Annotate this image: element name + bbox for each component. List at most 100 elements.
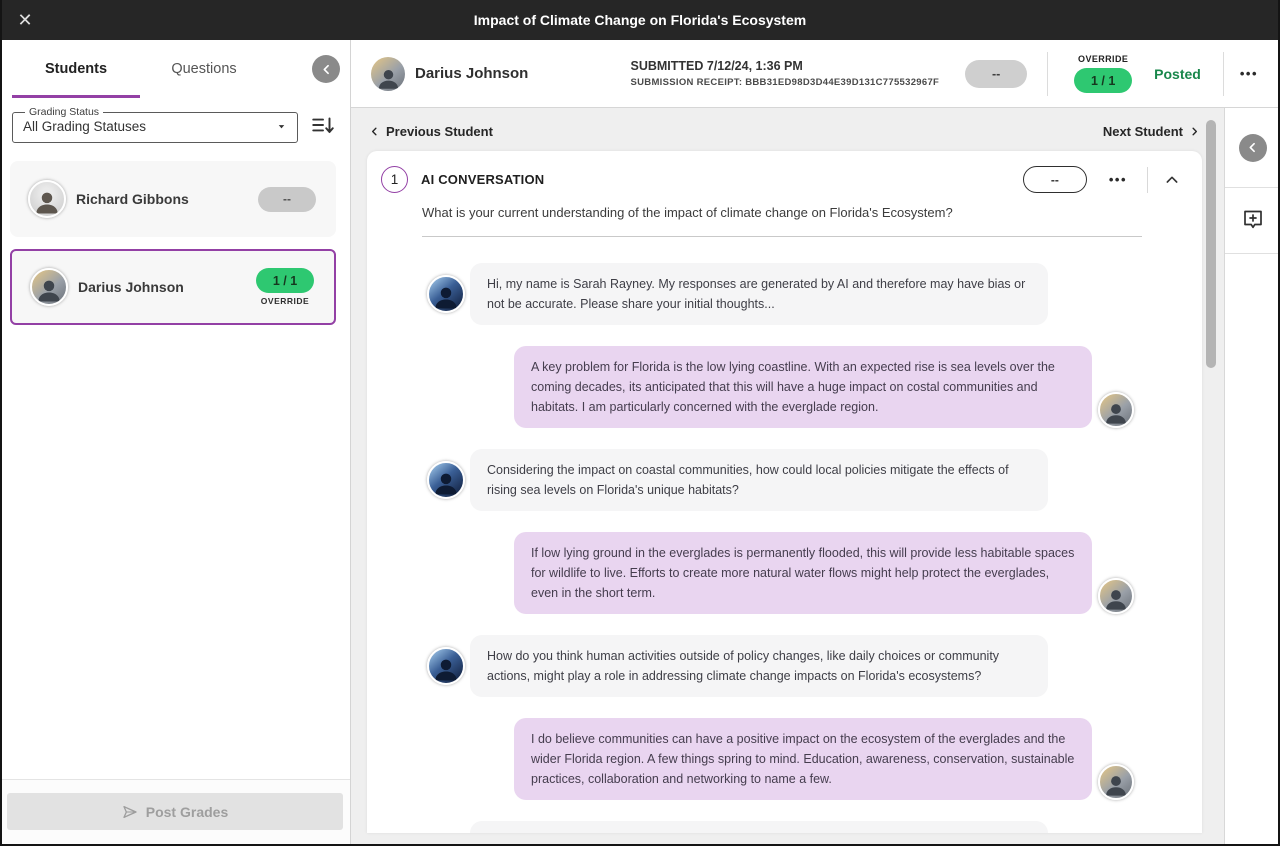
question-number: 1 [381, 166, 408, 193]
close-button[interactable]: ✕ [8, 0, 42, 40]
right-rail [1224, 108, 1280, 846]
chat-message-ai: How do you think human activities outsid… [470, 635, 1048, 697]
question-overflow-button[interactable]: ••• [1105, 168, 1131, 191]
avatar-richard-gibbons [28, 180, 66, 218]
students-sidebar: Students Questions Grading Status All Gr… [0, 40, 351, 846]
tab-questions-label: Questions [171, 61, 236, 77]
override-grade: OVERRIDE 1 / 1 [1072, 54, 1134, 93]
divider [1147, 167, 1148, 193]
student-avatar [1098, 764, 1134, 800]
question-prompt: What is your current understanding of th… [422, 205, 1162, 220]
chat-message-ai-partial [470, 821, 1048, 833]
sort-button[interactable] [308, 110, 338, 140]
student-row-darius-johnson[interactable]: Darius Johnson 1 / 1 OVERRIDE [10, 249, 336, 325]
next-student-button[interactable]: Next Student [1103, 124, 1200, 139]
submission-header: Darius Johnson SUBMITTED 7/12/24, 1:36 P… [351, 40, 1280, 108]
sidebar-footer: Post Grades [0, 779, 350, 846]
chat-row: A key problem for Florida is the low lyi… [427, 346, 1202, 428]
chat-message-student: I do believe communities can have a posi… [514, 718, 1092, 800]
tab-students-label: Students [45, 61, 107, 77]
submission-info: SUBMITTED 7/12/24, 1:36 PM SUBMISSION RE… [631, 59, 940, 88]
question-grade-pill[interactable]: -- [1023, 166, 1087, 193]
chat-message-student: A key problem for Florida is the low lyi… [514, 346, 1092, 428]
divider [1047, 52, 1048, 96]
chevron-right-icon [1189, 126, 1200, 137]
post-grades-label: Post Grades [146, 804, 228, 820]
grade-pill[interactable]: 1 / 1 [256, 268, 314, 293]
tab-questions[interactable]: Questions [140, 40, 268, 98]
student-name: Darius Johnson [78, 279, 184, 295]
divider [1223, 52, 1224, 96]
student-row-richard-gibbons[interactable]: Richard Gibbons -- [10, 161, 336, 237]
topbar: ✕ Impact of Climate Change on Florida's … [0, 0, 1280, 40]
post-grades-button[interactable]: Post Grades [7, 793, 343, 830]
question-card: 1 AI CONVERSATION -- ••• Wha [367, 151, 1202, 833]
submission-receipt: SUBMISSION RECEIPT: BBB31ED98D3D44E39D13… [631, 77, 940, 88]
grading-status-label: Grading Status [25, 106, 103, 118]
collapse-question-button[interactable] [1160, 168, 1184, 192]
grade-pill[interactable]: -- [258, 187, 316, 212]
grade-value: -- [1051, 173, 1059, 187]
ai-conversation: Hi, my name is Sarah Rayney. My response… [367, 237, 1202, 833]
chat-message-student: If low lying ground in the everglades is… [514, 532, 1092, 614]
grade-value: -- [283, 192, 291, 206]
student-avatar [1098, 392, 1134, 428]
previous-student-label: Previous Student [386, 124, 493, 139]
app-window: ✕ Impact of Climate Change on Florida's … [0, 0, 1280, 846]
scrollbar[interactable] [1206, 120, 1216, 368]
avatar-darius-johnson [371, 57, 405, 91]
chevron-up-icon [1164, 172, 1180, 188]
tab-students[interactable]: Students [12, 40, 140, 98]
avatar-darius-johnson [30, 268, 68, 306]
main-panel: Darius Johnson SUBMITTED 7/12/24, 1:36 P… [351, 40, 1280, 846]
ai-avatar [427, 275, 465, 313]
grading-filter-row: Grading Status All Grading Statuses [0, 98, 350, 149]
override-label: OVERRIDE [261, 296, 309, 306]
chat-row: How do you think human activities outsid… [427, 635, 1202, 697]
ai-avatar [427, 647, 465, 685]
overflow-menu-button[interactable]: ••• [1236, 62, 1262, 85]
question-header: 1 AI CONVERSATION -- ••• [367, 151, 1202, 193]
collapse-panel-button[interactable] [1239, 134, 1267, 162]
sidebar-tabs: Students Questions [0, 40, 350, 98]
question-title: AI CONVERSATION [421, 172, 544, 187]
add-annotation-button[interactable] [1241, 207, 1265, 234]
grading-status-value: All Grading Statuses [23, 119, 146, 134]
chevron-left-icon [369, 126, 380, 137]
page-title: Impact of Climate Change on Florida's Ec… [474, 12, 806, 28]
chat-message-ai: Hi, my name is Sarah Rayney. My response… [470, 263, 1048, 325]
sort-icon [310, 112, 336, 138]
student-navigation: Previous Student Next Student [367, 124, 1202, 139]
student-name: Darius Johnson [415, 65, 528, 82]
previous-student-button[interactable]: Previous Student [369, 124, 493, 139]
chat-row: Considering the impact on coastal commun… [427, 449, 1202, 511]
caret-down-icon [276, 121, 287, 132]
chat-message-ai: Considering the impact on coastal commun… [470, 449, 1048, 511]
collapse-sidebar-button[interactable] [312, 55, 340, 83]
chat-row [427, 821, 1202, 833]
overflow-menu-icon: ••• [1240, 66, 1258, 81]
overflow-menu-icon: ••• [1109, 172, 1127, 187]
attempt-grade-pill[interactable]: -- [965, 60, 1027, 88]
submitted-timestamp: SUBMITTED 7/12/24, 1:36 PM [631, 59, 940, 73]
chat-row: Hi, my name is Sarah Rayney. My response… [427, 263, 1202, 325]
submission-scroll-area[interactable]: Previous Student Next Student 1 AI CONVE… [351, 108, 1224, 846]
chat-row: I do believe communities can have a posi… [427, 718, 1202, 800]
student-list: Richard Gibbons -- Darius Johnson 1 / 1 … [0, 149, 350, 779]
grade-value: 1 / 1 [273, 274, 297, 288]
grade-value: -- [992, 67, 1000, 81]
chevron-left-icon [320, 63, 333, 76]
paper-plane-icon [122, 804, 138, 820]
override-label: OVERRIDE [1078, 54, 1128, 64]
next-student-label: Next Student [1103, 124, 1183, 139]
override-grade-pill[interactable]: 1 / 1 [1074, 68, 1132, 93]
chevron-left-icon [1246, 141, 1259, 154]
posted-status: Posted [1154, 66, 1201, 82]
student-name: Richard Gibbons [76, 191, 189, 207]
ai-avatar [427, 461, 465, 499]
student-avatar [1098, 578, 1134, 614]
grading-status-select[interactable]: Grading Status All Grading Statuses [12, 106, 298, 143]
add-annotation-icon [1241, 207, 1265, 231]
grade-value: 1 / 1 [1091, 74, 1115, 88]
chat-row: If low lying ground in the everglades is… [427, 532, 1202, 614]
